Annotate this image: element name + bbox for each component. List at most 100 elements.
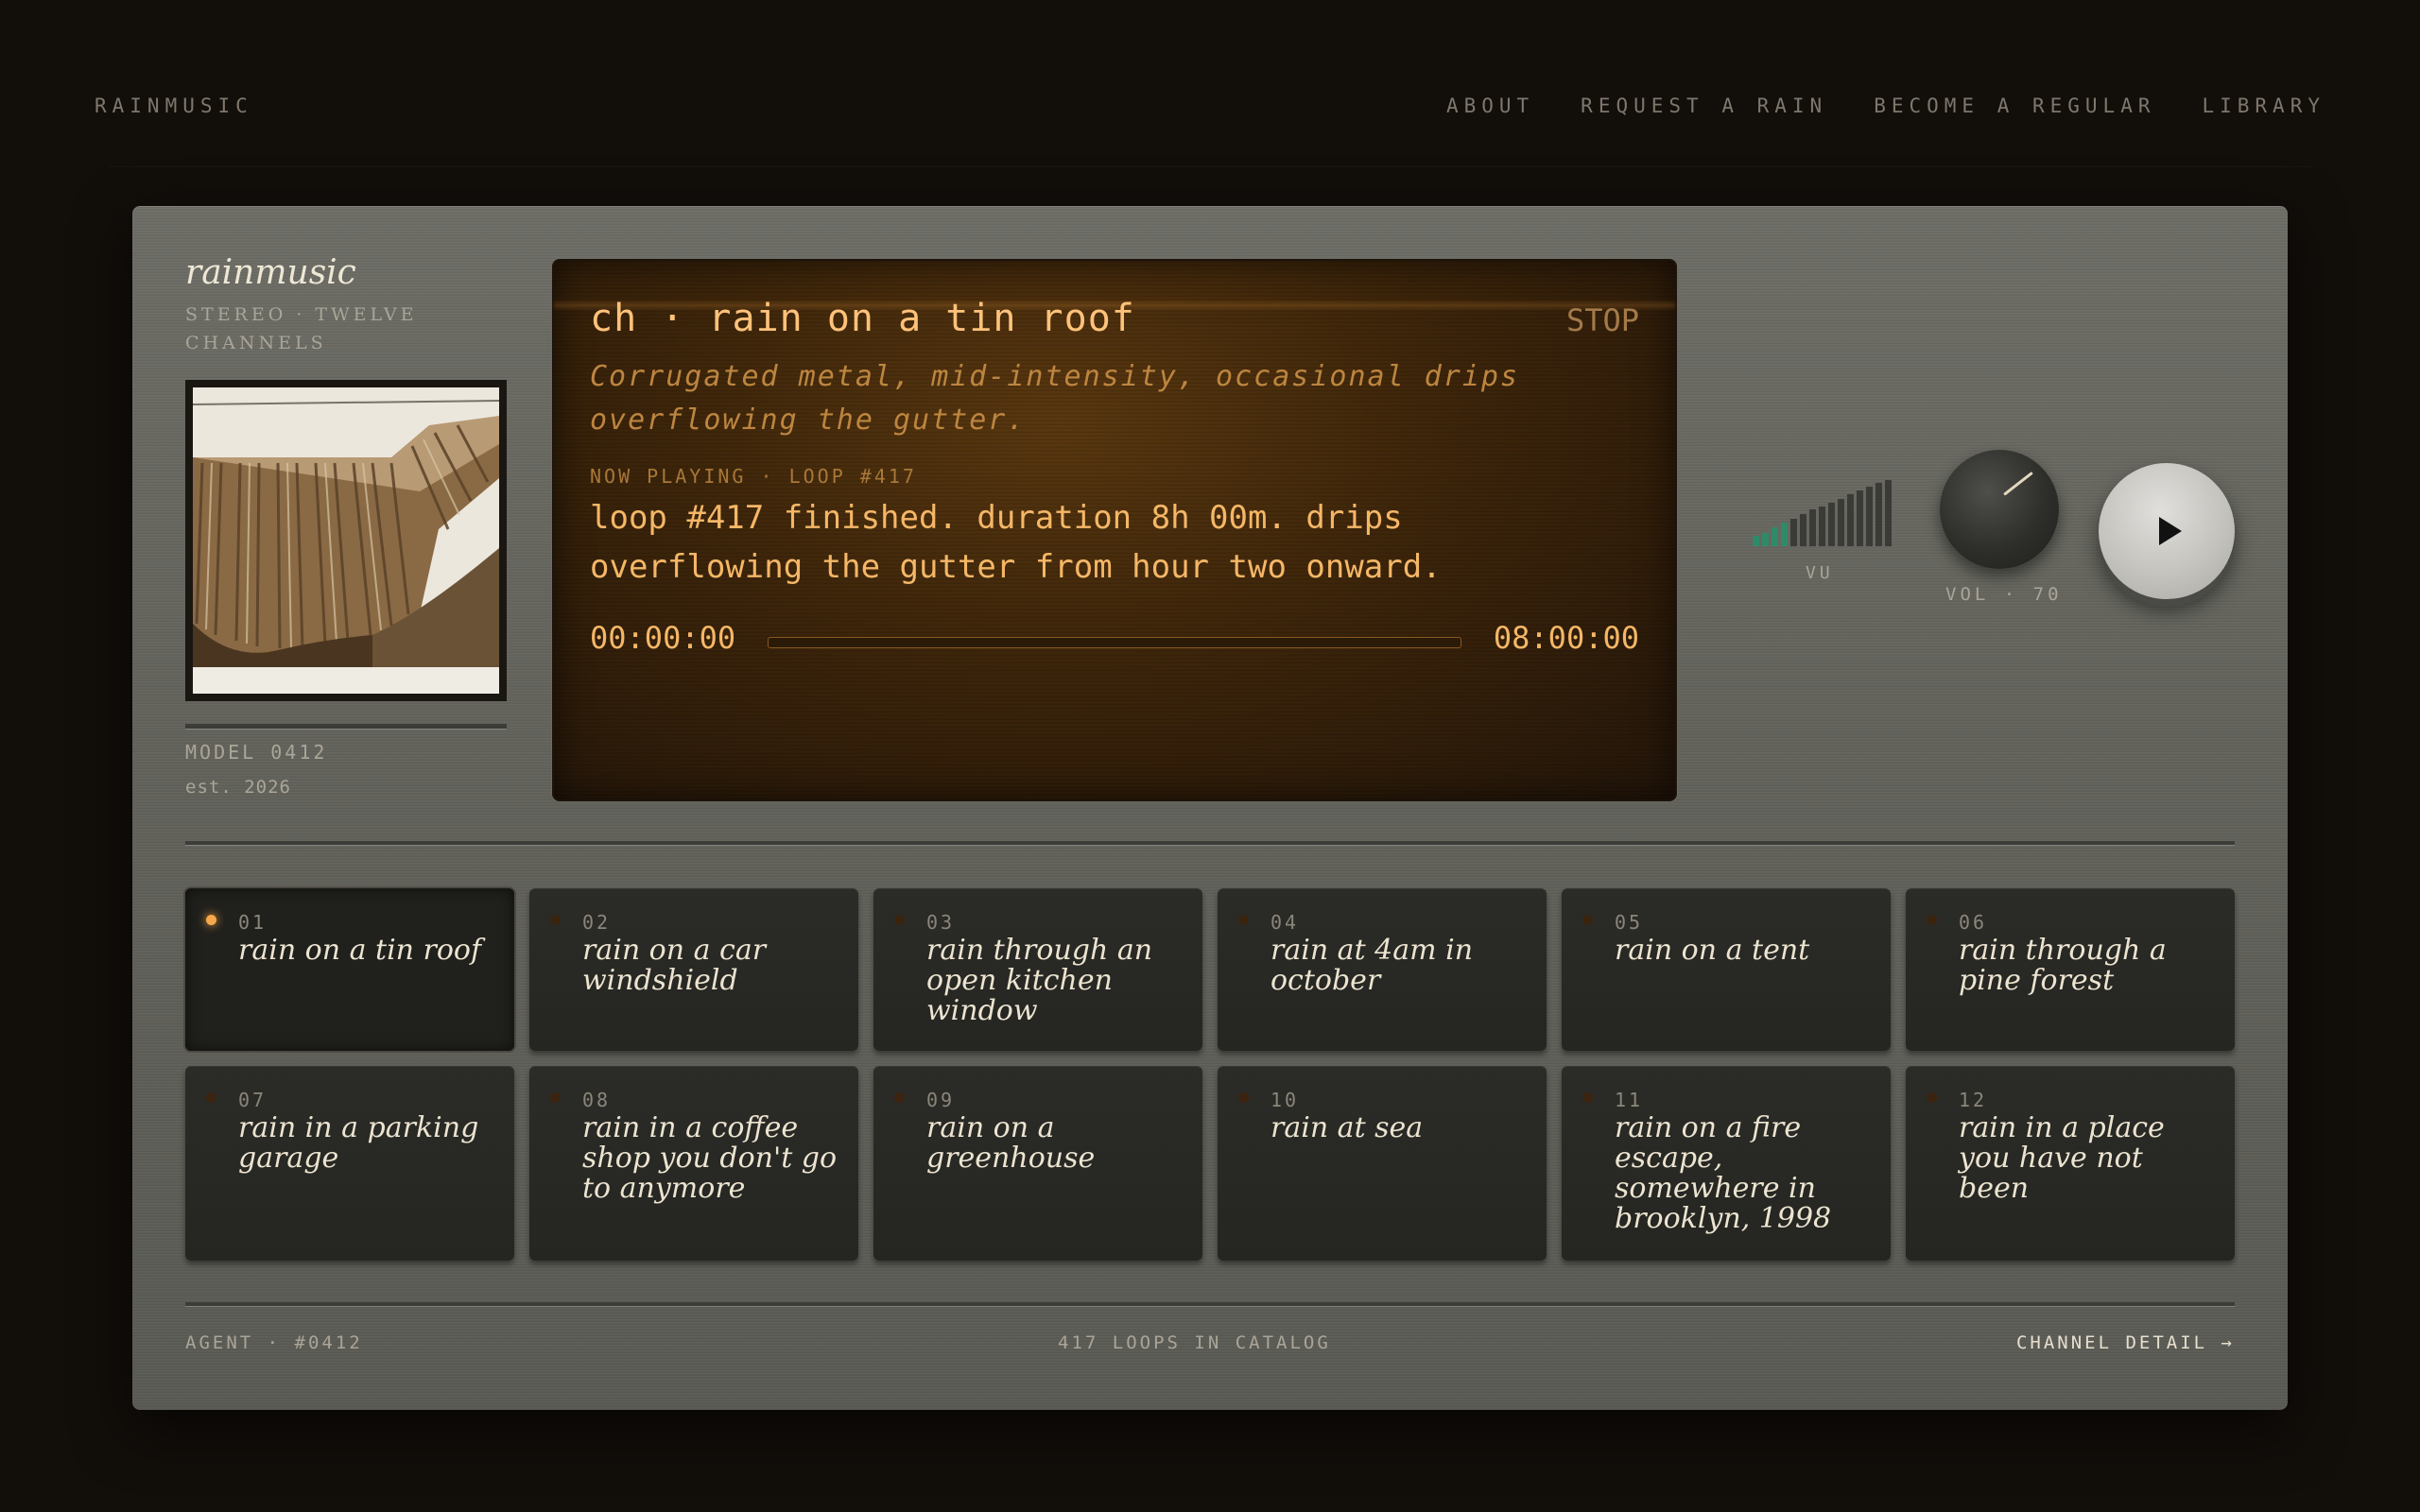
vu-bar — [1809, 509, 1816, 546]
vu-bar — [1753, 536, 1759, 546]
channel-led-icon — [894, 915, 905, 925]
vu-label: VU — [1806, 563, 1834, 583]
play-icon — [2159, 517, 2182, 545]
channel-number: 04 — [1270, 911, 1300, 934]
catalog-count: 417 LOOPS IN CATALOG — [1058, 1332, 1331, 1353]
nav-about[interactable]: ABOUT — [1446, 94, 1534, 117]
radio-device: rainmusic STEREO · TWELVE CHANNELS MODEL… — [132, 206, 2288, 1410]
vu-bar — [1876, 483, 1882, 546]
channel-button-09[interactable]: 09 rain on a greenhouse — [873, 1066, 1202, 1261]
channel-number: 02 — [582, 911, 612, 934]
knob-indicator — [2003, 471, 2033, 496]
channel-name: rain in a coffee shop you don't go to an… — [582, 1111, 838, 1205]
channel-button-01[interactable]: 01 rain on a tin roof — [185, 888, 514, 1051]
top-nav: ABOUT REQUEST A RAIN BECOME A REGULAR LI… — [1446, 94, 2325, 117]
nav-request-a-rain[interactable]: REQUEST A RAIN — [1581, 94, 1827, 117]
channel-number: 05 — [1615, 911, 1644, 934]
nav-become-a-regular[interactable]: BECOME A REGULAR — [1874, 94, 2155, 117]
vu-bar — [1772, 527, 1778, 546]
channel-button-07[interactable]: 07 rain in a parking garage — [185, 1066, 514, 1261]
channel-led-icon — [550, 915, 561, 925]
channel-name: rain through a pine forest — [1959, 934, 2167, 997]
channel-name: rain on a car windshield — [582, 934, 767, 997]
channel-button-05[interactable]: 05 rain on a tent — [1562, 888, 1891, 1051]
time-elapsed: 00:00:00 — [590, 620, 736, 656]
art-shelf — [185, 724, 507, 730]
channel-led-icon — [206, 1092, 216, 1103]
channel-button-11[interactable]: 11 rain on a fire escape, somewhere in br… — [1562, 1066, 1891, 1261]
play-button[interactable] — [2099, 463, 2235, 599]
time-total: 08:00:00 — [1493, 620, 1639, 656]
volume-label: VOL · 70 — [1945, 584, 2063, 605]
device-subtitle: STEREO · TWELVE CHANNELS — [185, 304, 418, 353]
channel-name: rain on a fire escape, somewhere in broo… — [1615, 1111, 1832, 1235]
vu-meter — [1753, 480, 1904, 546]
channel-number: 12 — [1959, 1089, 1988, 1111]
nav-library[interactable]: LIBRARY — [2202, 94, 2325, 117]
channel-name: rain on a tent — [1615, 934, 1810, 967]
channel-number: 03 — [926, 911, 956, 934]
channel-name: rain on a greenhouse — [926, 1111, 1096, 1175]
site-brand[interactable]: RAINMUSIC — [95, 94, 253, 117]
channel-name: rain at 4am in october — [1270, 934, 1474, 997]
channel-button-02[interactable]: 02 rain on a car windshield — [529, 888, 858, 1051]
vu-bar — [1847, 494, 1854, 546]
now-playing-label: NOW PLAYING · LOOP #417 — [590, 465, 917, 488]
channel-number: 08 — [582, 1089, 612, 1111]
device-logo: rainmusic — [185, 253, 356, 292]
channel-number: 11 — [1615, 1089, 1644, 1111]
channel-name: rain in a place you have not been — [1959, 1111, 2165, 1205]
vu-bar — [1866, 487, 1873, 546]
vu-bar — [1800, 514, 1806, 546]
stop-button[interactable]: STOP — [1566, 302, 1639, 338]
channel-number: 07 — [238, 1089, 268, 1111]
channel-name: rain at sea — [1270, 1111, 1424, 1144]
channel-led-icon — [894, 1092, 905, 1103]
channel-led-icon — [550, 1092, 561, 1103]
divider-top — [185, 841, 2235, 846]
corrugated-roof-icon — [193, 387, 499, 694]
channel-button-10[interactable]: 10 rain at sea — [1218, 1066, 1547, 1261]
channel-led-icon — [1238, 915, 1249, 925]
channel-number: 09 — [926, 1089, 956, 1111]
channel-description: Corrugated metal, mid-intensity, occasio… — [590, 360, 1520, 437]
channel-grid: 01 rain on a tin roof 02 rain on a car wind… — [185, 888, 2235, 1261]
vu-bar — [1828, 503, 1835, 546]
vu-bar — [1781, 523, 1788, 546]
vu-bar — [1885, 480, 1892, 546]
vu-bar — [1790, 519, 1797, 546]
channel-name: rain in a parking garage — [238, 1111, 479, 1175]
volume-knob[interactable] — [1940, 450, 2059, 569]
agent-id: AGENT · #0412 — [185, 1332, 363, 1353]
vu-bar — [1857, 490, 1863, 546]
nav-divider — [109, 166, 2311, 167]
progress-track[interactable] — [768, 637, 1461, 648]
channel-led-icon — [1927, 1092, 1937, 1103]
channel-led-icon — [1927, 915, 1937, 925]
channel-button-08[interactable]: 08 rain in a coffee shop you don't go to … — [529, 1066, 858, 1261]
established-year: est. 2026 — [185, 777, 291, 798]
divider-bottom — [185, 1302, 2235, 1307]
channel-button-04[interactable]: 04 rain at 4am in october — [1218, 888, 1547, 1051]
channel-button-06[interactable]: 06 rain through a pine forest — [1906, 888, 2235, 1051]
channel-name: rain through an open kitchen window — [926, 934, 1153, 1027]
display-screen: ch · rain on a tin roof STOP Corrugated … — [552, 259, 1677, 801]
vu-bar — [1819, 507, 1825, 546]
channel-button-12[interactable]: 12 rain in a place you have not been — [1906, 1066, 2235, 1261]
status-message: loop #417 finished. duration 8h 00m. dri… — [590, 499, 1442, 586]
channel-number: 10 — [1270, 1089, 1300, 1111]
channel-detail-link[interactable]: CHANNEL DETAIL → — [2016, 1332, 2235, 1353]
channel-led-icon — [206, 915, 216, 925]
channel-number: 01 — [238, 911, 268, 934]
channel-button-03[interactable]: 03 rain through an open kitchen window — [873, 888, 1202, 1051]
channel-name: rain on a tin roof — [238, 934, 482, 967]
channel-led-icon — [1582, 915, 1593, 925]
vu-bar — [1762, 533, 1769, 546]
channel-led-icon — [1582, 1092, 1593, 1103]
channel-led-icon — [1238, 1092, 1249, 1103]
model-number: MODEL 0412 — [185, 741, 328, 764]
channel-title: ch · rain on a tin roof — [590, 297, 1135, 340]
vu-bar — [1838, 499, 1844, 546]
album-art-frame — [185, 380, 507, 701]
tin-roof-artwork — [193, 387, 499, 694]
